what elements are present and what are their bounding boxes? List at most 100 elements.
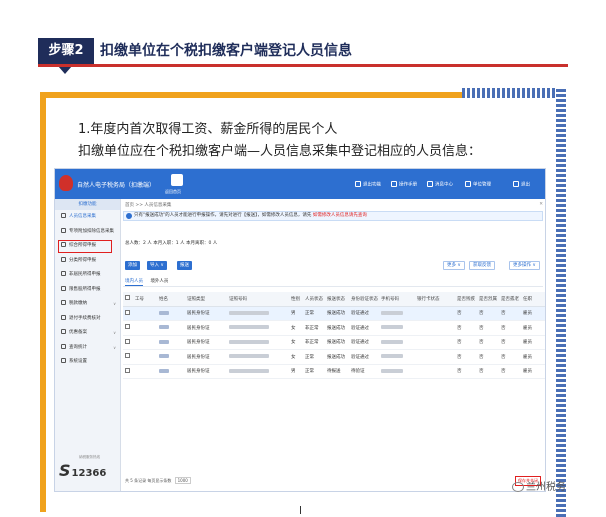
import-button[interactable]: 导入 ∨ bbox=[147, 261, 167, 270]
table-footer: 共 5 条记录 每页显示条数 1000 bbox=[125, 477, 191, 484]
intro-line-1: 1.年度内首次取得工资、薪金所得的居民个人 bbox=[78, 122, 338, 137]
col-header[interactable]: 银行卡状态 bbox=[415, 292, 455, 307]
sidebar-item-settings[interactable]: 系统设置 bbox=[55, 355, 120, 370]
row-checkbox[interactable] bbox=[125, 324, 130, 330]
add-button[interactable]: 添加 bbox=[125, 261, 140, 270]
table-row[interactable]: 居民身份证 女 正常 报送成功 验证通过 否 否 否 雇员 bbox=[123, 349, 545, 365]
redacted-id bbox=[229, 325, 269, 329]
top-menu-item[interactable]: 单位管理 bbox=[465, 181, 491, 188]
s-logo-icon: S bbox=[59, 461, 71, 480]
col-header[interactable]: 是否孤老 bbox=[499, 292, 521, 307]
message-icon bbox=[427, 181, 433, 187]
redacted-phone bbox=[381, 354, 403, 358]
col-header[interactable]: 是否烈属 bbox=[477, 292, 499, 307]
highlight-box bbox=[58, 240, 112, 253]
col-header[interactable]: 证照号码 bbox=[227, 292, 289, 307]
sidebar-item-special-deduction[interactable]: 专项附加扣除信息采集 bbox=[55, 225, 120, 240]
top-menu-item[interactable]: 操作手册 bbox=[391, 181, 417, 188]
gear-icon bbox=[61, 358, 66, 363]
sidebar-item-tax-payment[interactable]: 税款缴纳 ∨ bbox=[55, 297, 120, 312]
more-button[interactable]: 更多 ∨ bbox=[443, 261, 465, 270]
col-header[interactable]: 人员状态 bbox=[303, 292, 325, 307]
redacted-phone bbox=[381, 368, 403, 373]
redacted-name bbox=[159, 354, 169, 358]
hotline-logo: S12366 bbox=[59, 461, 107, 480]
chart-icon bbox=[61, 343, 66, 349]
col-header[interactable]: 证照类型 bbox=[185, 292, 227, 307]
home-icon[interactable] bbox=[171, 174, 183, 186]
redacted-id bbox=[229, 368, 269, 373]
sidebar-item-refund-fee[interactable]: 退付手续费核对 bbox=[55, 312, 120, 327]
hotline-caption: 纳税服务热线 bbox=[79, 455, 100, 459]
chevron-down-icon: ∨ bbox=[113, 330, 116, 335]
clock-icon bbox=[61, 256, 66, 262]
app-topbar: 自然人电子税务局（扣缴端） 返回首页 退出功能 操作手册 消息中心 单位管理 退… bbox=[55, 169, 545, 199]
logout-icon bbox=[513, 181, 519, 187]
chevron-down-icon: ∨ bbox=[532, 263, 536, 268]
col-header[interactable]: 工号 bbox=[133, 292, 157, 307]
sidebar-item-restricted-shares[interactable]: 限售股所得申报 bbox=[55, 283, 120, 298]
step-title: 扣缴单位在个税扣缴客户端登记人员信息 bbox=[100, 43, 352, 59]
chevron-down-icon: ∨ bbox=[113, 301, 116, 306]
main-panel: 首页 >> 人员信息采集 ✕ 只有"报送成功"的人员才能进行申报操作，请先对进行… bbox=[121, 199, 545, 491]
top-menu-item[interactable]: 退出功能 bbox=[355, 181, 381, 188]
top-menu-item[interactable]: 退出 bbox=[513, 181, 530, 188]
tab-overseas[interactable]: 境外人员 bbox=[150, 278, 168, 285]
person-icon bbox=[61, 213, 66, 218]
redacted-id bbox=[229, 339, 269, 344]
report-button[interactable]: 报送 bbox=[177, 261, 192, 270]
page-size-select[interactable]: 1000 bbox=[174, 477, 191, 484]
select-all-checkbox[interactable] bbox=[125, 295, 130, 301]
col-header[interactable]: 是否残疾 bbox=[455, 292, 477, 307]
col-header[interactable]: 性别 bbox=[289, 292, 303, 307]
tab-bar: 境内人员 境外人员 bbox=[125, 278, 174, 286]
sidebar-item-classified[interactable]: 分类所得申报 bbox=[55, 254, 120, 269]
table-row[interactable]: 居民身份证 男 正常 报送成功 验证通过 否 否 否 雇员 bbox=[123, 306, 545, 321]
col-header[interactable]: 姓名 bbox=[157, 292, 185, 307]
wechat-icon bbox=[512, 482, 524, 492]
tab-divider bbox=[123, 286, 543, 287]
col-header[interactable]: 报送状态 bbox=[325, 292, 349, 307]
bar-chart-icon bbox=[61, 285, 66, 291]
fetch-feedback-button[interactable]: 获取反馈 bbox=[469, 261, 495, 270]
sidebar-item-preferential[interactable]: 优惠备案 ∨ bbox=[55, 326, 120, 341]
row-checkbox[interactable] bbox=[125, 338, 130, 344]
breadcrumb: 首页 >> 人员信息采集 bbox=[125, 203, 172, 208]
table-row[interactable]: 居民身份证 女 非正常 报送成功 验证通过 否 否 否 雇员 bbox=[123, 320, 545, 336]
redacted-phone bbox=[381, 310, 403, 315]
row-checkbox[interactable] bbox=[125, 367, 130, 373]
manual-icon bbox=[391, 181, 397, 187]
chevron-down-icon: ∨ bbox=[160, 263, 164, 268]
wave-border-right bbox=[556, 88, 566, 517]
table-row[interactable]: 居民身份证 男 正常 待报送 待验证 否 否 否 雇员 bbox=[123, 364, 545, 379]
tax-emblem-icon bbox=[59, 175, 73, 191]
id-card-icon bbox=[61, 227, 66, 233]
home-label[interactable]: 返回首页 bbox=[165, 189, 181, 195]
info-icon bbox=[126, 213, 132, 219]
document-icon bbox=[61, 314, 66, 320]
intro-line-2: 扣缴单位应在个税扣缴客户端—人员信息采集中登记相应的人员信息： bbox=[78, 144, 482, 159]
exit-feature-icon bbox=[355, 181, 361, 187]
close-icon[interactable]: ✕ bbox=[539, 202, 543, 207]
chevron-down-icon: ∨ bbox=[113, 344, 116, 350]
app-title: 自然人电子税务局（扣缴端） bbox=[77, 182, 156, 189]
row-checkbox[interactable] bbox=[125, 353, 130, 359]
col-header[interactable]: 手机号码 bbox=[379, 292, 415, 307]
top-menu-item[interactable]: 消息中心 bbox=[427, 181, 453, 188]
col-select[interactable] bbox=[123, 292, 133, 307]
wallet-icon bbox=[61, 300, 66, 305]
personnel-table: 工号 姓名 证照类型 证照号码 性别 人员状态 报送状态 身份验证状态 手机号码… bbox=[123, 292, 545, 379]
sidebar-item-query[interactable]: 查询统计 ∨ bbox=[55, 341, 120, 356]
headcount-stats: 总人数：2 人 本月入职：1 人 本月离职：0 人 bbox=[125, 241, 218, 246]
col-header[interactable]: 任职 bbox=[521, 292, 545, 307]
sidebar-header: 扣缴功能 bbox=[55, 199, 120, 210]
redacted-id bbox=[229, 310, 269, 315]
tab-domestic[interactable]: 境内人员 bbox=[125, 278, 143, 286]
sidebar-item-personnel[interactable]: 人员信息采集 bbox=[55, 210, 120, 225]
col-header[interactable]: 身份验证状态 bbox=[349, 292, 379, 307]
table-row[interactable]: 居民身份证 女 非正常 报送成功 验证通过 否 否 否 雇员 bbox=[123, 335, 545, 350]
redacted-name bbox=[159, 325, 169, 329]
row-checkbox[interactable] bbox=[125, 309, 130, 315]
sidebar-item-nonresident[interactable]: 非居民所得申报 bbox=[55, 268, 120, 283]
more-ops-button[interactable]: 更多操作 ∨ bbox=[509, 261, 540, 270]
